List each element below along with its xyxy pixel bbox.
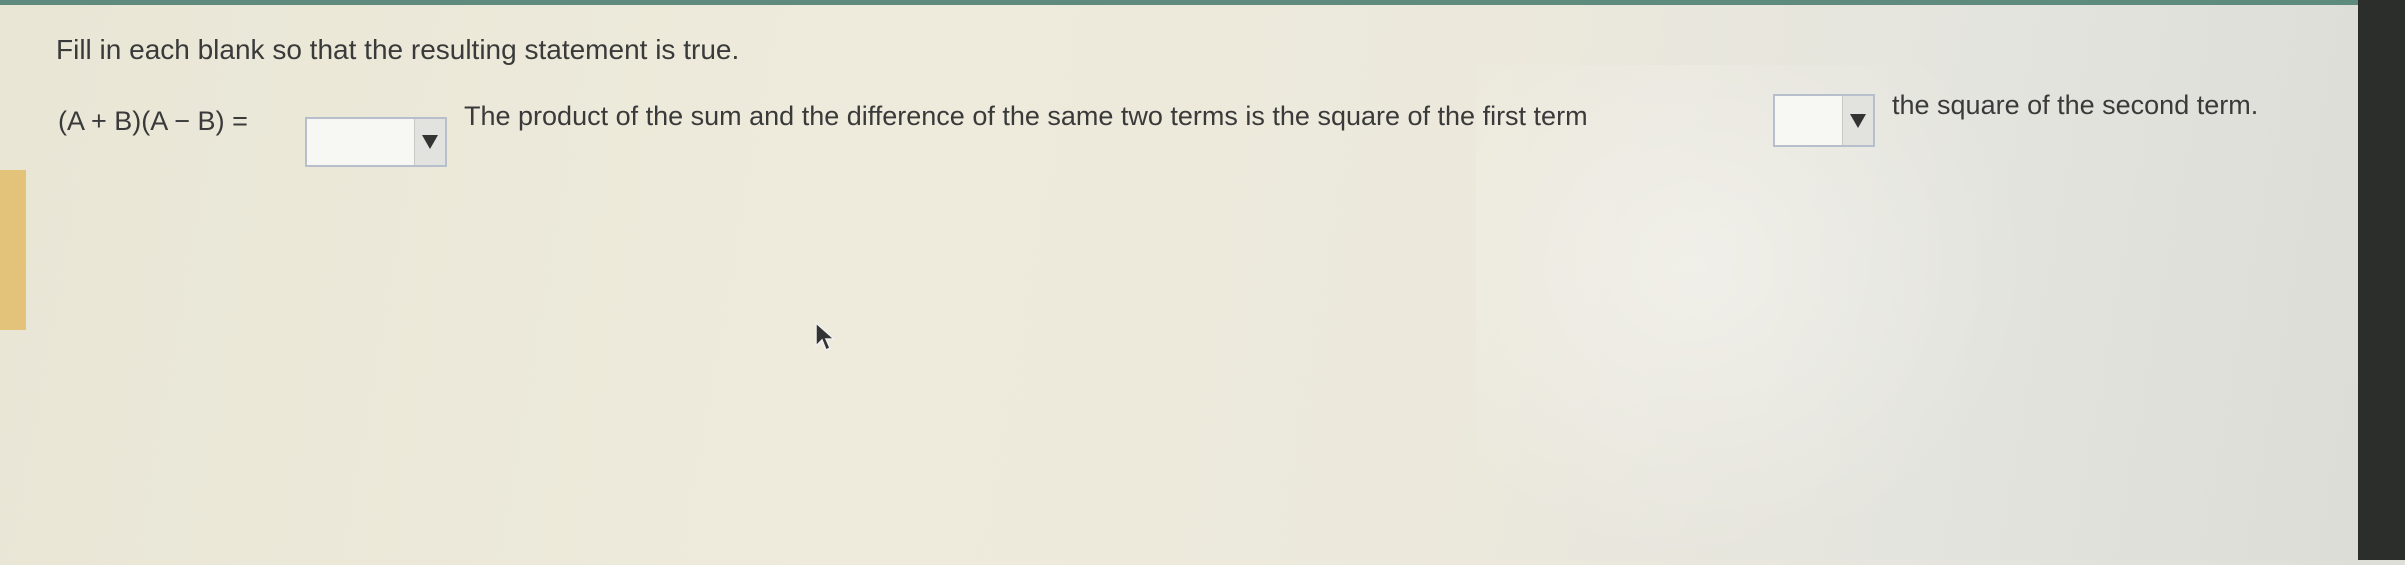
blank1-dropdown[interactable] <box>305 117 447 167</box>
expression-text: (A + B)(A − B) = <box>58 106 248 136</box>
statement-part2: the square of the second term. <box>1892 90 2259 120</box>
screen-glare <box>1476 65 2036 565</box>
mouse-cursor-icon <box>815 321 837 357</box>
statement-part1: The product of the sum and the differenc… <box>464 101 1588 131</box>
blank2-dropdown[interactable] <box>1773 94 1875 147</box>
question-instructions: Fill in each blank so that the resulting… <box>56 34 740 65</box>
dropdown-arrow-icon <box>1850 113 1866 128</box>
dropdown-arrow-icon <box>422 135 438 149</box>
blank1-dropdown-button[interactable] <box>414 119 445 165</box>
left-accent-bar <box>0 170 26 330</box>
screen-edge <box>2358 0 2405 560</box>
question-panel: Fill in each blank so that the resulting… <box>26 5 2358 565</box>
blank2-dropdown-button[interactable] <box>1842 96 1873 145</box>
